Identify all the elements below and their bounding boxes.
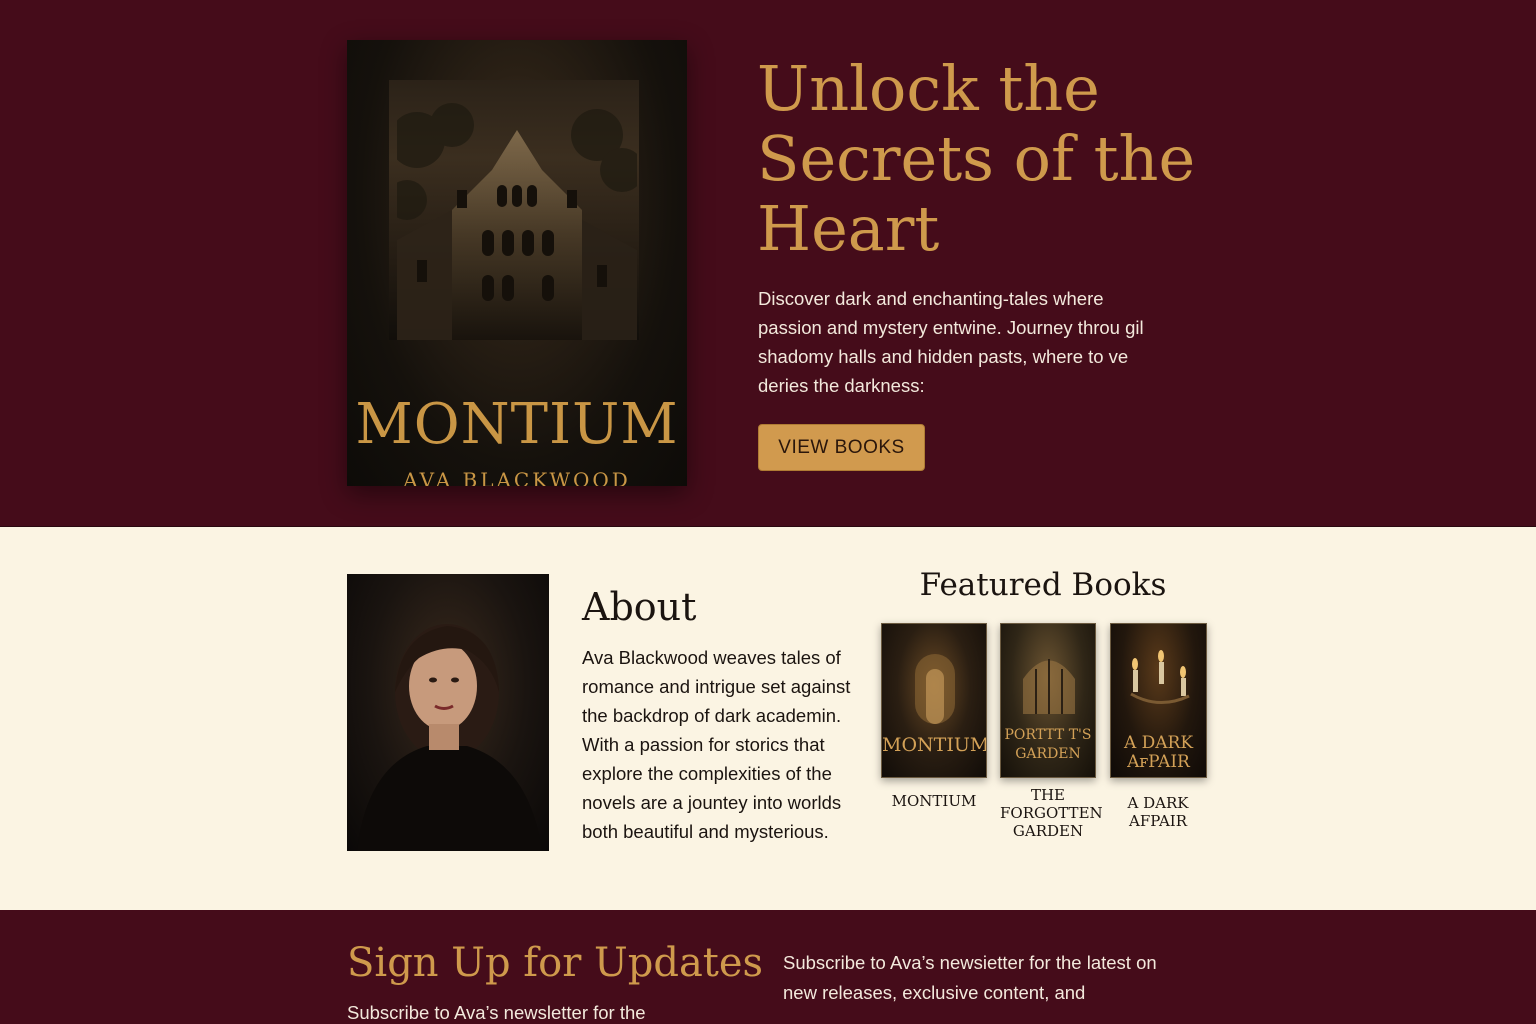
hero-book-cover[interactable]: MONTIUM AVA BLACKWOOD [347, 40, 687, 486]
haunted-house-illustration [397, 103, 637, 340]
hero-description: Discover dark and enchanting-tales where… [758, 288, 1144, 396]
book-cover-title: MONTIUM [882, 734, 987, 756]
hero-cover-title: MONTIUM [355, 392, 679, 457]
signup-subtitle: Subscribe to Ava’s newsletter for the [347, 1002, 646, 1023]
book-cover-title: PORTTT T'S GARDEN [1004, 727, 1092, 762]
about-heading: About [582, 585, 697, 629]
author-portrait [347, 574, 549, 851]
hero-cover-author: AVA BLACKWOOD [403, 468, 631, 486]
featured-book-forgotten-garden[interactable]: PORTTT T'S GARDEN THE FORGOTTEN GARDEN [1000, 623, 1103, 840]
book-caption: A DARK AFPAIR [1127, 794, 1189, 830]
signup-section: Sign Up for Updates Subscribe to Ava’s n… [0, 910, 1536, 1024]
book-cover-title: A DARK AꜰPAIR [1123, 733, 1194, 772]
book-caption: MONTIUM [891, 792, 977, 810]
about-section: About Ava Blackwood weaves tales of roma… [0, 526, 1536, 910]
book-cover: MONTIUM [881, 623, 987, 778]
featured-book-montium[interactable]: MONTIUM MONTIUM [881, 623, 987, 810]
hero-section: MONTIUM AVA BLACKWOOD Unlock the Secrets… [0, 0, 1536, 526]
featured-book-dark-affair[interactable]: A DARK AꜰPAIR A DARK AFPAIR [1110, 623, 1207, 830]
book-caption: THE FORGOTTEN GARDEN [1000, 786, 1103, 840]
signup-description: Subscribe to Ava’s newsietter for the la… [783, 952, 1157, 1003]
about-text: Ava Blackwood weaves tales of romance an… [582, 647, 851, 842]
signup-heading: Sign Up for Updates [347, 940, 764, 986]
book-cover: PORTTT T'S GARDEN [1000, 623, 1096, 778]
author-portrait-illustration [357, 624, 542, 851]
book-cover: A DARK AꜰPAIR [1110, 623, 1207, 778]
hero-heading: Unlock the Secrets of the Heart [757, 52, 1196, 265]
featured-books-heading: Featured Books [919, 567, 1167, 603]
view-books-button[interactable]: VIEW BOOKS [758, 424, 925, 471]
